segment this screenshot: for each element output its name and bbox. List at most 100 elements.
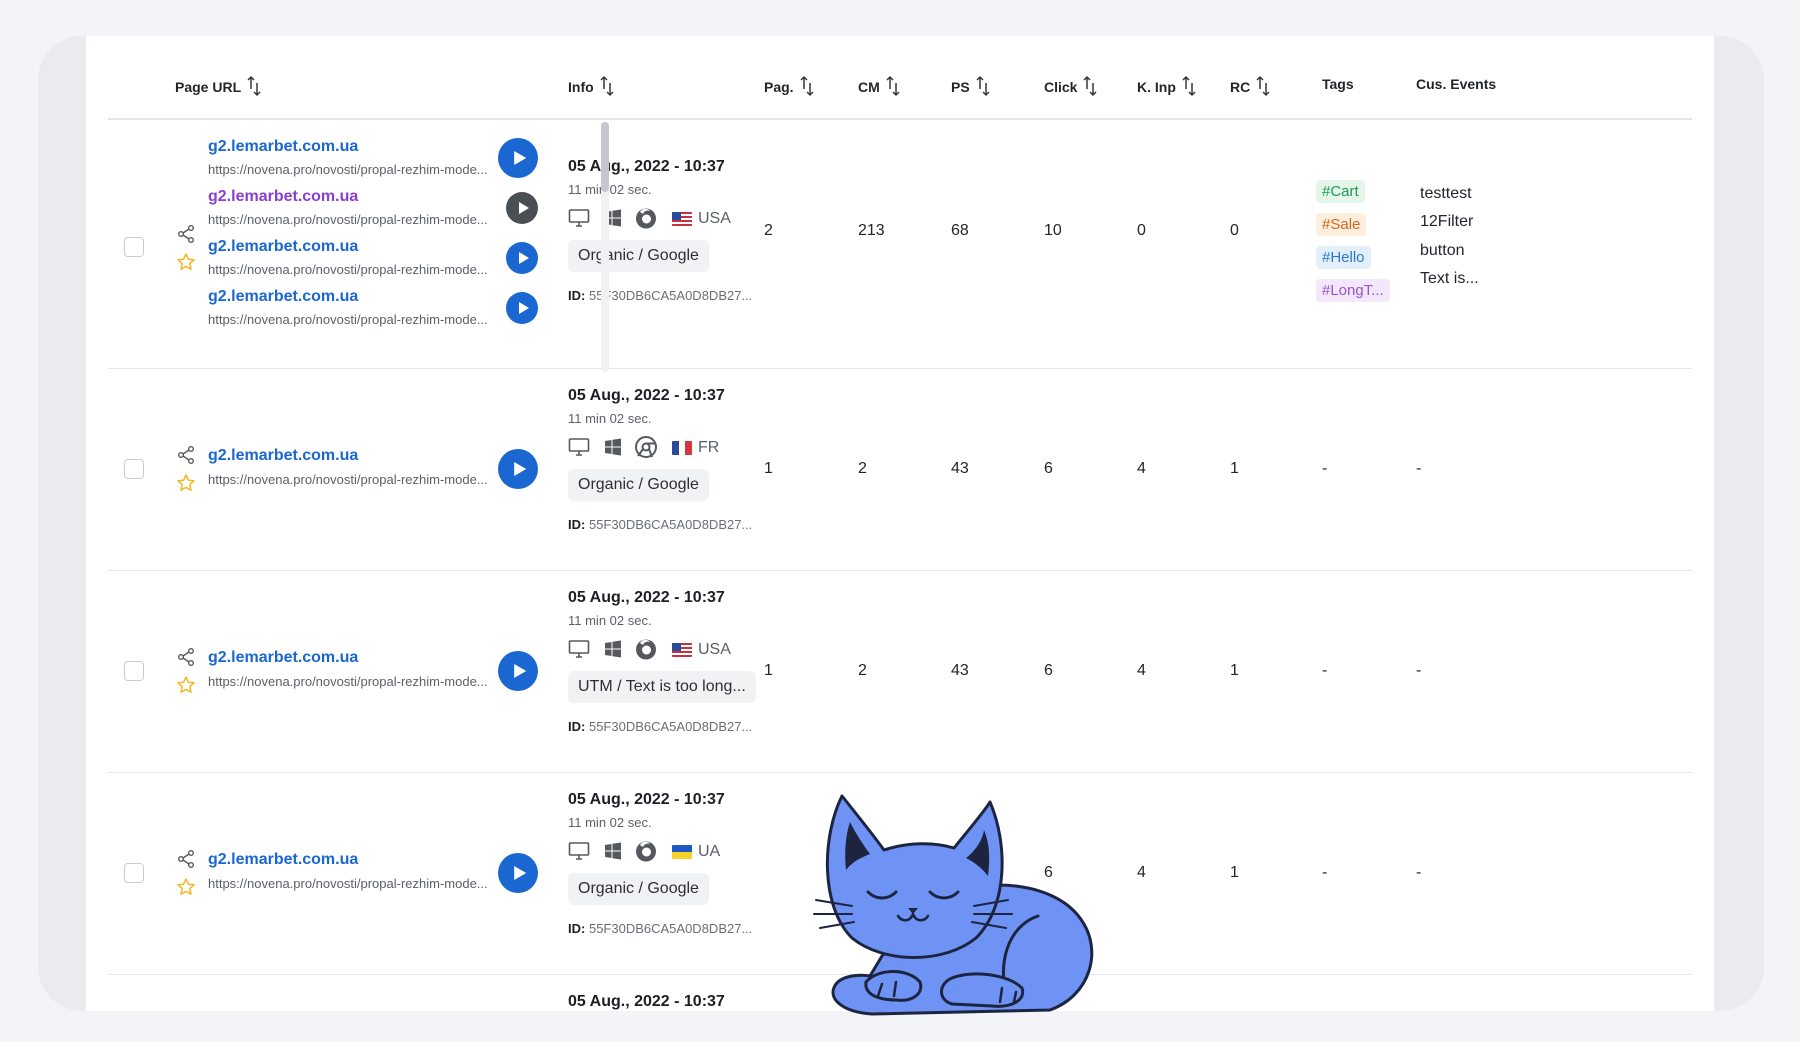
column-header-page-url[interactable]: Page URL [175, 75, 261, 98]
row-checkbox[interactable] [124, 863, 144, 883]
rc-value: 0 [1230, 222, 1239, 239]
sort-icon[interactable] [800, 75, 814, 97]
column-header-pag[interactable]: Pag. [764, 75, 814, 98]
column-header-ps[interactable]: PS [951, 75, 990, 98]
tags-empty: - [1322, 864, 1328, 881]
page-url: https://novena.pro/novosti/propal-rezhim… [208, 262, 488, 277]
column-header-rc[interactable]: RC [1230, 75, 1270, 98]
pag-value: 1 [764, 662, 773, 679]
ps-value: 68 [951, 222, 969, 239]
tag-badge[interactable]: #Hello [1316, 246, 1371, 269]
play-session-button[interactable] [498, 853, 538, 893]
session-duration: 11 min 02 sec. [568, 182, 652, 197]
sort-icon[interactable] [1256, 75, 1270, 97]
page-domain-link[interactable]: g2.lemarbet.com.ua [208, 851, 358, 869]
sort-icon[interactable] [1182, 75, 1196, 97]
country-code: UA [698, 843, 721, 860]
play-session-button[interactable] [498, 138, 538, 178]
ps-value: 43 [951, 460, 969, 477]
share-icon[interactable] [176, 445, 196, 465]
play-session-button[interactable] [506, 242, 538, 274]
sort-icon[interactable] [600, 75, 614, 97]
traffic-source-badge: Organic / Google [568, 873, 709, 905]
table-row[interactable]: g2.lemarbet.com.ua https://novena.pro/no… [108, 120, 1692, 369]
sleeping-cat-illustration [813, 794, 1094, 1016]
row-checkbox[interactable] [124, 661, 144, 681]
sort-icon[interactable] [886, 75, 900, 97]
share-icon[interactable] [176, 224, 196, 244]
column-header-k-inp[interactable]: K. Inp [1137, 75, 1196, 98]
firefox-icon [636, 841, 656, 862]
play-session-button[interactable] [498, 651, 538, 691]
custom-event: button [1420, 242, 1465, 259]
sort-icon[interactable] [1083, 75, 1097, 97]
events-empty: - [1416, 864, 1422, 881]
column-header-tags: Tags [1322, 76, 1354, 92]
country-code: FR [698, 439, 720, 456]
table-row[interactable]: g2.lemarbet.com.ua https://novena.pro/no… [108, 571, 1692, 773]
session-id: ID: 55F30DB6CA5A0D8DB27... [568, 719, 753, 734]
page-domain-link[interactable]: g2.lemarbet.com.ua [208, 447, 358, 465]
page-domain-link[interactable]: g2.lemarbet.com.ua [208, 188, 358, 206]
tag-badge[interactable]: #Cart [1316, 180, 1365, 203]
custom-event: 12Filter [1420, 213, 1474, 230]
windows-icon [605, 640, 621, 658]
play-session-button[interactable] [498, 449, 538, 489]
k-inp-value: 0 [1137, 222, 1146, 239]
flag-usa-icon [672, 212, 692, 226]
page-domain-link[interactable]: g2.lemarbet.com.ua [208, 288, 358, 306]
tags-empty: - [1322, 662, 1328, 679]
page-domain-link[interactable]: g2.lemarbet.com.ua [208, 649, 358, 667]
flag-fr-icon [672, 441, 692, 455]
page-domain-link[interactable]: g2.lemarbet.com.ua [208, 238, 358, 256]
star-icon[interactable] [176, 675, 196, 695]
tag-badge[interactable]: #LongT... [1316, 279, 1390, 302]
chrome-icon [635, 436, 657, 458]
desktop-icon [568, 640, 590, 658]
desktop-icon [568, 209, 590, 227]
page-url: https://novena.pro/novosti/propal-rezhim… [208, 162, 488, 177]
rc-value: 1 [1230, 864, 1239, 881]
star-icon[interactable] [176, 877, 196, 897]
play-session-button[interactable] [506, 292, 538, 324]
star-icon[interactable] [176, 252, 196, 272]
traffic-source-badge: Organic / Google [568, 240, 709, 272]
pages-scrollbar[interactable] [601, 122, 609, 372]
share-icon[interactable] [176, 849, 196, 869]
page-url: https://novena.pro/novosti/propal-rezhim… [208, 876, 488, 891]
column-header-info[interactable]: Info [568, 75, 614, 98]
session-id: ID: 55F30DB6CA5A0D8DB27... [568, 921, 753, 936]
page-url: https://novena.pro/novosti/propal-rezhim… [208, 212, 488, 227]
firefox-icon [636, 639, 656, 660]
session-duration: 11 min 02 sec. [568, 613, 652, 628]
sort-icon[interactable] [976, 75, 990, 97]
table-row[interactable]: g2.lemarbet.com.ua https://novena.pro/no… [108, 369, 1692, 571]
row-checkbox[interactable] [124, 237, 144, 257]
column-header-click[interactable]: Click [1044, 75, 1097, 98]
windows-icon [605, 842, 621, 860]
traffic-source-badge: UTM / Text is too long... [568, 671, 756, 703]
click-value: 10 [1044, 222, 1062, 239]
column-header-cm[interactable]: CM [858, 75, 900, 98]
page-url: https://novena.pro/novosti/propal-rezhim… [208, 312, 488, 327]
pag-value: 2 [764, 222, 773, 239]
share-icon[interactable] [176, 647, 196, 667]
desktop-icon [568, 438, 590, 456]
events-empty: - [1416, 662, 1422, 679]
row-checkbox[interactable] [124, 459, 144, 479]
tag-badge[interactable]: #Sale [1316, 213, 1367, 236]
k-inp-value: 4 [1137, 662, 1146, 679]
custom-event: testtest [1420, 185, 1472, 202]
ps-value: 43 [951, 662, 969, 679]
flag-ua-icon [672, 845, 692, 859]
rc-value: 1 [1230, 662, 1239, 679]
star-icon[interactable] [176, 473, 196, 493]
k-inp-value: 4 [1137, 864, 1146, 881]
session-id: ID: 55F30DB6CA5A0D8DB27... [568, 288, 753, 303]
sort-icon[interactable] [247, 75, 261, 97]
play-session-button[interactable] [506, 192, 538, 224]
page-domain-link[interactable]: g2.lemarbet.com.ua [208, 138, 358, 156]
pag-value: 1 [764, 460, 773, 477]
scrollbar-thumb[interactable] [601, 122, 609, 192]
page-url: https://novena.pro/novosti/propal-rezhim… [208, 472, 488, 487]
